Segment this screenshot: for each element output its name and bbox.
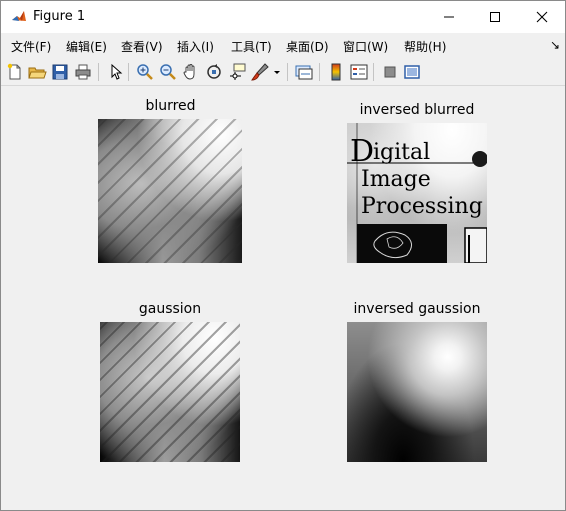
title-bar: Figure 1	[1, 1, 565, 33]
matlab-logo-icon	[11, 9, 27, 25]
data-cursor-icon[interactable]	[227, 62, 247, 82]
zoom-out-icon[interactable]	[158, 62, 178, 82]
inversed-gaussion-image	[347, 322, 487, 462]
menu-tools[interactable]: 工具(T)	[231, 38, 272, 55]
brush-dropdown-icon[interactable]	[271, 62, 283, 82]
image-text-processing: Processing	[361, 194, 483, 219]
pan-hand-icon[interactable]	[181, 62, 201, 82]
toolbar-separator	[128, 63, 129, 81]
figure-window: Figure 1 文件(F) 编辑(E) 查看(V) 插入(I) 工具(T) 桌…	[0, 0, 566, 511]
subplot-title-inversed-blurred: inversed blurred	[359, 102, 475, 118]
image-text-image: Image	[361, 167, 431, 192]
zoom-in-icon[interactable]	[135, 62, 155, 82]
menu-bar: 文件(F) 编辑(E) 查看(V) 插入(I) 工具(T) 桌面(D) 窗口(W…	[1, 35, 565, 57]
inversed-blurred-image: D igital Image Processing	[347, 123, 487, 263]
menu-file[interactable]: 文件(F)	[11, 38, 51, 55]
open-file-icon[interactable]	[27, 62, 47, 82]
restored-image-drawing: D igital Image Processing	[347, 123, 487, 263]
figure-toolbar	[1, 59, 565, 86]
hide-plot-tools-icon[interactable]	[380, 62, 400, 82]
menu-edit[interactable]: 编辑(E)	[66, 38, 107, 55]
print-icon[interactable]	[73, 62, 93, 82]
menu-overflow-arrow[interactable]: ↘	[550, 38, 560, 52]
toolbar-separator	[373, 63, 374, 81]
subplot-title-gaussion: gaussion	[138, 301, 202, 317]
brush-icon[interactable]	[250, 62, 270, 82]
edit-plot-arrow-icon[interactable]	[105, 62, 125, 82]
toolbar-separator	[287, 63, 288, 81]
image-text-digital: igital	[373, 140, 430, 165]
image-text-d: D	[350, 134, 374, 169]
toolbar-separator	[319, 63, 320, 81]
new-figure-icon[interactable]	[5, 62, 25, 82]
blurred-image	[98, 119, 242, 263]
toolbar-separator	[98, 63, 99, 81]
link-plot-icon[interactable]	[294, 62, 314, 82]
colorbar-icon[interactable]	[326, 62, 346, 82]
minimize-button[interactable]	[426, 1, 472, 33]
legend-icon[interactable]	[349, 62, 369, 82]
gaussion-image	[100, 322, 240, 462]
menu-desktop[interactable]: 桌面(D)	[286, 38, 329, 55]
subplot-title-blurred: blurred	[145, 98, 196, 114]
figure-canvas: blurred inversed blurred D igital Image …	[2, 86, 564, 508]
menu-insert[interactable]: 插入(I)	[177, 38, 214, 55]
maximize-button[interactable]	[472, 1, 518, 33]
subplot-title-inversed-gaussion: inversed gaussion	[353, 301, 481, 317]
close-button[interactable]	[519, 1, 565, 33]
menu-window[interactable]: 窗口(W)	[343, 38, 388, 55]
window-title: Figure 1	[33, 9, 86, 24]
rotate-3d-icon[interactable]	[204, 62, 224, 82]
menu-view[interactable]: 查看(V)	[121, 38, 163, 55]
show-plot-tools-icon[interactable]	[402, 62, 422, 82]
save-icon[interactable]	[50, 62, 70, 82]
menu-help[interactable]: 帮助(H)	[404, 38, 446, 55]
